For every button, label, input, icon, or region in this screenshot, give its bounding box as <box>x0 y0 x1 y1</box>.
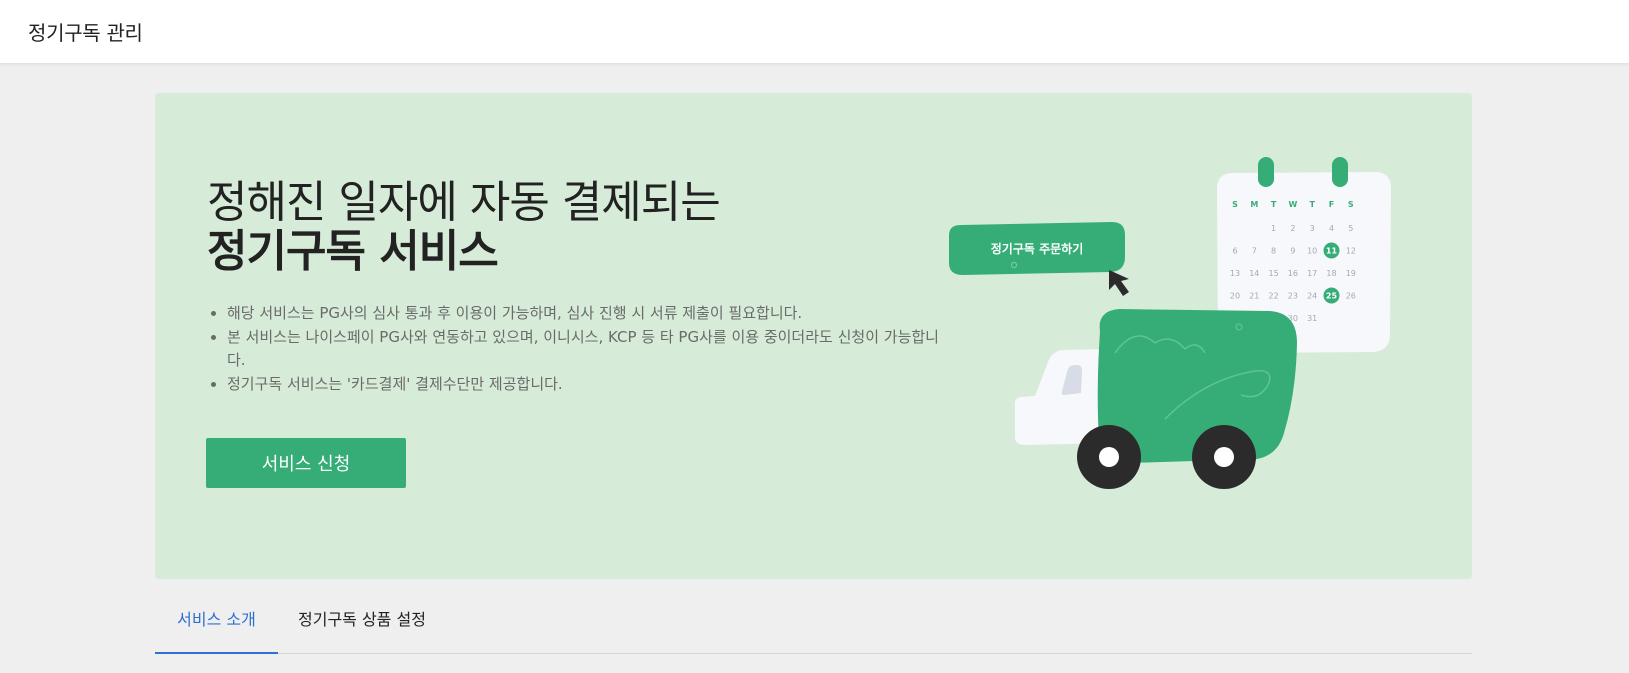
calendar-day: 24 <box>1307 292 1317 301</box>
calendar-day: 21 <box>1249 292 1259 301</box>
page-title: 정기구독 관리 <box>28 21 143 45</box>
calendar-day: 9 <box>1290 247 1295 256</box>
calendar-weekday-label: F <box>1329 200 1334 209</box>
calendar-day: 19 <box>1346 269 1356 278</box>
subscription-truck-illustration: S M T W T F S1 2 3 4 56 7 8 9 10 11 1213 14 15 16 17 18 1920 21… <box>949 157 1391 489</box>
calendar-day: 5 <box>1348 224 1353 233</box>
apply-service-button[interactable]: 서비스 신청 <box>206 438 406 488</box>
calendar-weekday-label: S <box>1348 200 1354 209</box>
calendar-day: 1 <box>1271 224 1276 233</box>
calendar-day: 14 <box>1249 269 1259 278</box>
cursor-arrow-icon <box>1109 270 1129 296</box>
tab-bar: 서비스 소개 정기구독 상품 설정 <box>155 600 1472 654</box>
service-note: 정기구독 서비스는 '카드결제' 결제수단만 제공합니다. <box>227 373 947 397</box>
calendar-day: 25 <box>1326 292 1338 301</box>
calendar-weekday-label: W <box>1288 200 1297 209</box>
calendar-day: 4 <box>1329 224 1334 233</box>
calendar-day: 31 <box>1307 314 1317 323</box>
calendar-day: 6 <box>1232 247 1237 256</box>
calendar-day: 23 <box>1288 292 1298 301</box>
calendar-weekday-label: T <box>1271 200 1277 209</box>
calendar-day: 2 <box>1290 224 1295 233</box>
calendar-day: 18 <box>1326 269 1336 278</box>
calendar-weekday-label: S <box>1232 200 1238 209</box>
hero-headline-line2: 정기구독 서비스 <box>207 226 499 277</box>
hero-banner: 정해진 일자에 자동 결제되는 정기구독 서비스 해당 서비스는 PG사의 심사… <box>155 93 1472 579</box>
calendar-weekday-label: T <box>1309 200 1315 209</box>
top-bar: 정기구독 관리 <box>0 0 1629 64</box>
calendar-day: 20 <box>1230 292 1240 301</box>
calendar-day: 13 <box>1230 269 1240 278</box>
order-chip-label: 정기구독 주문하기 <box>991 241 1084 256</box>
truck-icon <box>1014 309 1297 489</box>
tab-subscription-product-settings[interactable]: 정기구독 상품 설정 <box>298 600 426 652</box>
calendar-day: 17 <box>1307 269 1317 278</box>
hero-headline-line1: 정해진 일자에 자동 결제되는 <box>207 177 721 228</box>
order-chip-illustration: 정기구독 주문하기 <box>949 222 1129 296</box>
calendar-day: 8 <box>1271 247 1276 256</box>
calendar-day: 16 <box>1288 269 1298 278</box>
calendar-day: 7 <box>1252 247 1257 256</box>
calendar-day: 10 <box>1307 247 1317 256</box>
calendar-day: 12 <box>1346 247 1356 256</box>
calendar-day: 15 <box>1269 269 1279 278</box>
calendar-weekday-label: M <box>1250 200 1258 209</box>
calendar-day: 11 <box>1326 247 1338 256</box>
tab-service-intro[interactable]: 서비스 소개 <box>155 600 278 654</box>
calendar-day: 26 <box>1346 292 1356 301</box>
calendar-day: 22 <box>1269 292 1279 301</box>
service-note: 본 서비스는 나이스페이 PG사와 연동하고 있으며, 이니시스, KCP 등 … <box>227 326 947 373</box>
service-notes-list: 해당 서비스는 PG사의 심사 통과 후 이용이 가능하며, 심사 진행 시 서… <box>207 302 947 396</box>
calendar-day: 3 <box>1310 224 1315 233</box>
service-note: 해당 서비스는 PG사의 심사 통과 후 이용이 가능하며, 심사 진행 시 서… <box>227 302 947 326</box>
